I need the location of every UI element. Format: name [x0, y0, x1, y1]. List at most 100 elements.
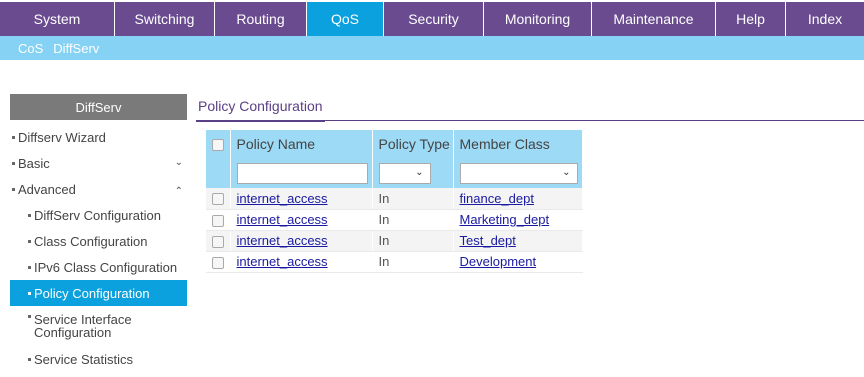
sidebar-item-service-interface-configuration[interactable]: Service Interface Configuration — [10, 306, 187, 346]
policy-type-cell: In — [372, 230, 454, 252]
main-content: Policy Configuration Policy Name Policy … — [196, 96, 864, 273]
bullet-icon — [12, 161, 15, 165]
sidebar-item-label: Service Statistics — [34, 351, 133, 367]
tab-maintenance[interactable]: Maintenance — [592, 2, 716, 36]
policy-type-value: In — [378, 233, 390, 248]
row-select-cell — [206, 251, 231, 273]
member-class-link[interactable]: finance_dept — [460, 191, 534, 206]
policy-name-cell: internet_access — [230, 209, 373, 231]
sidebar-item-basic[interactable]: Basic ⌄ — [10, 150, 187, 176]
sidebar-item-diffserv-wizard[interactable]: Diffserv Wizard — [10, 124, 187, 150]
policy-table: Policy Name Policy Type Member Class ⌄ ⌄ — [206, 130, 583, 273]
member-class-link[interactable]: Marketing_dept — [460, 212, 550, 227]
sidebar-item-advanced[interactable]: Advanced ⌃ — [10, 176, 187, 202]
member-class-cell: Development — [453, 251, 583, 273]
member-class-cell: finance_dept — [453, 188, 583, 210]
chevron-down-icon: ⌄ — [562, 166, 571, 178]
column-header-member-class[interactable]: Member Class — [453, 130, 583, 158]
policy-name-link[interactable]: internet_access — [237, 233, 328, 248]
filter-spacer — [206, 158, 231, 188]
member-class-filter-select[interactable]: ⌄ — [459, 162, 578, 184]
table-row: internet_access In Test_dept — [206, 230, 583, 252]
policy-name-cell: internet_access — [230, 230, 373, 252]
table-header-row: Policy Name Policy Type Member Class — [206, 130, 583, 158]
policy-name-filter-cell — [230, 158, 373, 188]
member-class-cell: Marketing_dept — [453, 209, 583, 231]
bullet-icon — [28, 265, 31, 269]
row-checkbox[interactable] — [212, 235, 224, 248]
chevron-down-icon: ⌄ — [415, 166, 424, 178]
member-class-cell: Test_dept — [453, 230, 583, 252]
column-header-policy-type[interactable]: Policy Type — [372, 130, 454, 158]
filter-row: ⌄ ⌄ — [206, 158, 583, 188]
policy-name-link[interactable]: internet_access — [237, 191, 328, 206]
sidebar: DiffServ Diffserv Wizard Basic ⌄ Advance… — [10, 94, 187, 372]
sidebar-item-label: Policy Configuration — [34, 285, 150, 301]
table-row: internet_access In finance_dept — [206, 188, 583, 210]
sidebar-item-label: Class Configuration — [34, 233, 148, 249]
member-class-link[interactable]: Development — [460, 254, 537, 269]
policy-name-link[interactable]: internet_access — [237, 254, 328, 269]
sidebar-item-label: IPv6 Class Configuration — [34, 259, 178, 275]
tab-policy-configuration[interactable]: Policy Configuration — [196, 96, 325, 122]
tab-security[interactable]: Security — [384, 2, 484, 36]
policy-type-cell: In — [372, 188, 454, 210]
policy-name-cell: internet_access — [230, 251, 373, 273]
tab-qos[interactable]: QoS — [307, 2, 384, 36]
sidebar-item-label: Advanced — [18, 181, 76, 197]
chevron-down-icon[interactable]: ⌄ — [175, 157, 183, 168]
policy-type-value: In — [378, 212, 390, 227]
subnav-item-diffserv[interactable]: DiffServ — [53, 41, 99, 56]
bullet-icon — [28, 357, 31, 361]
row-checkbox[interactable] — [212, 193, 224, 206]
column-header-policy-name[interactable]: Policy Name — [230, 130, 373, 158]
sidebar-item-service-statistics[interactable]: Service Statistics — [10, 346, 187, 372]
tab-index[interactable]: Index — [786, 2, 864, 36]
bullet-icon — [12, 187, 15, 191]
policy-name-cell: internet_access — [230, 188, 373, 210]
bullet-icon — [28, 291, 31, 295]
tab-switching[interactable]: Switching — [115, 2, 215, 36]
sidebar-item-label: Service Interface Configuration — [34, 312, 132, 340]
bullet-icon — [28, 239, 31, 243]
subnav-item-cos[interactable]: CoS — [18, 41, 43, 56]
policy-name-link[interactable]: internet_access — [237, 212, 328, 227]
policy-type-filter-cell: ⌄ — [372, 158, 454, 188]
bullet-icon — [12, 135, 15, 139]
top-nav: System Switching Routing QoS Security Mo… — [0, 0, 864, 36]
sidebar-item-diffserv-configuration[interactable]: DiffServ Configuration — [10, 202, 187, 228]
policy-type-cell: In — [372, 251, 454, 273]
policy-type-value: In — [378, 254, 390, 269]
tab-underline — [314, 120, 864, 121]
tab-routing[interactable]: Routing — [215, 2, 307, 36]
sidebar-item-policy-configuration[interactable]: Policy Configuration — [10, 280, 187, 306]
sidebar-header: DiffServ — [10, 94, 187, 120]
member-class-link[interactable]: Test_dept — [460, 233, 516, 248]
sidebar-item-label: DiffServ Configuration — [34, 207, 161, 223]
sidebar-item-ipv6-class-configuration[interactable]: IPv6 Class Configuration — [10, 254, 187, 280]
sub-nav: CoS DiffServ — [0, 36, 864, 60]
tab-monitoring[interactable]: Monitoring — [484, 2, 592, 36]
row-select-cell — [206, 188, 231, 210]
table-row: internet_access In Marketing_dept — [206, 209, 583, 231]
policy-name-filter-input[interactable] — [236, 162, 368, 184]
sidebar-item-class-configuration[interactable]: Class Configuration — [10, 228, 187, 254]
row-select-cell — [206, 209, 231, 231]
policy-type-cell: In — [372, 209, 454, 231]
chevron-up-icon[interactable]: ⌃ — [175, 186, 183, 197]
sidebar-item-label: Basic — [18, 155, 50, 171]
select-all-checkbox[interactable] — [212, 139, 224, 152]
table-row: internet_access In Development — [206, 251, 583, 273]
policy-type-value: In — [378, 190, 390, 206]
tab-help[interactable]: Help — [716, 2, 786, 36]
row-checkbox[interactable] — [212, 214, 224, 227]
tab-system[interactable]: System — [0, 2, 115, 36]
policy-type-filter-select[interactable]: ⌄ — [378, 162, 431, 184]
bullet-icon — [28, 213, 31, 217]
member-class-filter-cell: ⌄ — [453, 158, 583, 188]
row-select-cell — [206, 230, 231, 252]
sidebar-item-label: Diffserv Wizard — [18, 129, 106, 145]
bullet-icon — [28, 315, 31, 318]
select-all-header — [206, 130, 231, 158]
row-checkbox[interactable] — [212, 256, 224, 269]
